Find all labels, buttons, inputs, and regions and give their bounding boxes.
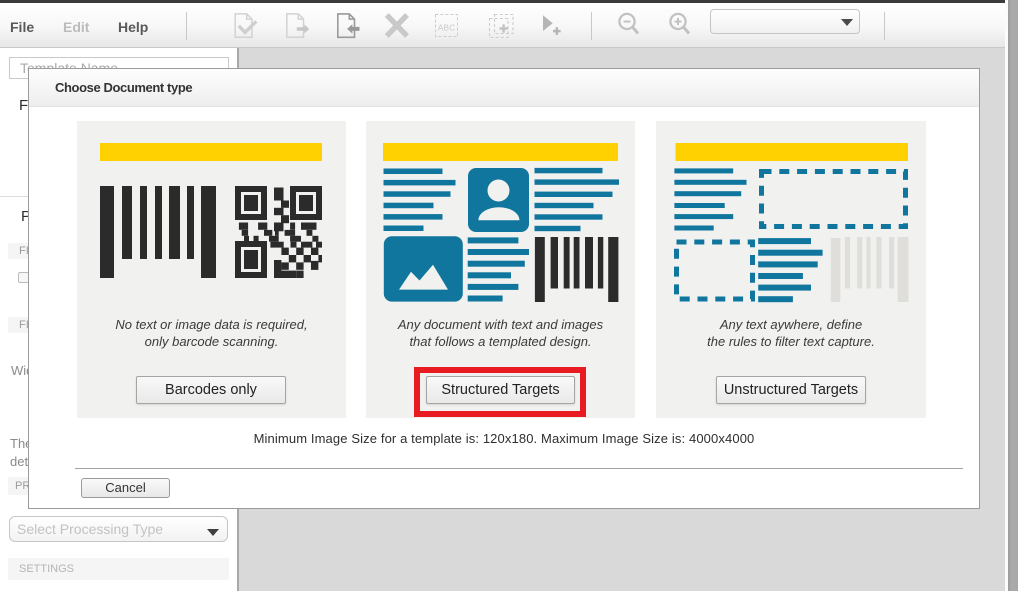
svg-text:ABC: ABC	[438, 23, 455, 33]
